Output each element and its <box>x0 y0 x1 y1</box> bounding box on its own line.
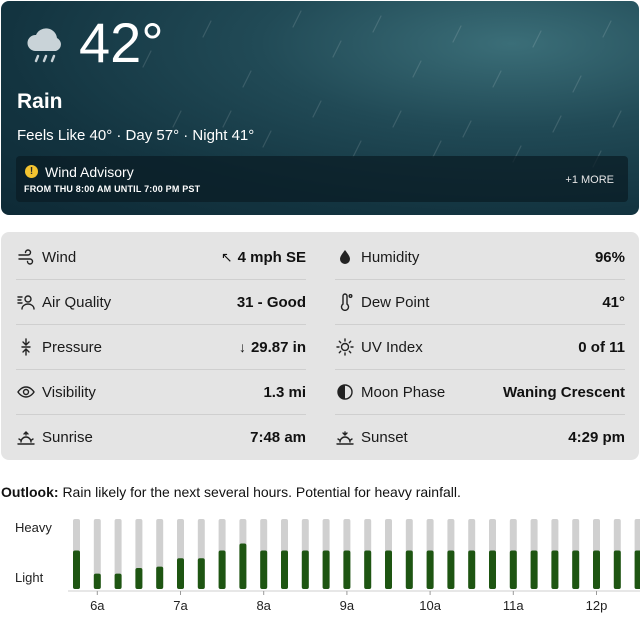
precipitation-bar <box>593 550 600 589</box>
sunrise-icon <box>16 428 36 448</box>
x-tick-label: 7a <box>173 598 188 613</box>
feels-like-line: Feels Like 40° · Day 57° · Night 41° <box>17 127 255 144</box>
uv-index-value: 0 of 11 <box>578 338 625 356</box>
wind-label: Wind <box>42 248 77 266</box>
precipitation-bar <box>135 568 143 589</box>
humidity-value: 96% <box>594 248 625 266</box>
precipitation-bar <box>156 566 164 589</box>
moon-icon <box>335 382 355 402</box>
droplet-icon <box>335 247 355 267</box>
x-tick-label: 8a <box>256 598 271 613</box>
precipitation-bar <box>405 550 413 589</box>
x-tick-label: 6a <box>90 598 105 613</box>
eye-icon <box>16 382 36 402</box>
precipitation-bar <box>468 550 476 589</box>
moon-phase-label: Moon Phase <box>361 383 446 401</box>
wind-value-text: 4 mph SE <box>237 248 306 266</box>
precipitation-bar <box>177 558 184 589</box>
precipitation-bar <box>426 550 434 589</box>
sunset-icon <box>335 428 355 448</box>
precipitation-bar <box>281 550 288 589</box>
air-quality-value: 31 - Good <box>236 293 306 311</box>
precipitation-bar <box>260 550 268 589</box>
precipitation-bar <box>385 550 392 589</box>
alert-icon: ! <box>25 165 38 178</box>
detail-row-uv-index: UV Index 0 of 11 <box>335 325 625 370</box>
visibility-label: Visibility <box>42 383 96 401</box>
details-right-column: Humidity 96% Dew Point 41° UV Index 0 of… <box>335 235 625 460</box>
outlook-text: Rain likely for the next several hours. … <box>62 484 461 500</box>
condition-label: Rain <box>17 90 63 113</box>
rain-cloud-icon <box>27 28 61 63</box>
wind-value: ↖ 4 mph SE <box>221 249 306 266</box>
weather-details-panel: Wind ↖ 4 mph SE Air Quality 31 - Good Pr… <box>1 232 639 460</box>
detail-row-dew-point: Dew Point 41° <box>335 280 625 325</box>
detail-row-wind: Wind ↖ 4 mph SE <box>16 235 306 280</box>
sunset-label: Sunset <box>361 429 408 446</box>
precipitation-bar <box>634 550 640 589</box>
air-quality-label: Air Quality <box>42 293 112 311</box>
sunset-value: 4:29 pm <box>568 429 625 446</box>
humidity-label: Humidity <box>361 248 420 266</box>
precipitation-bar <box>364 550 372 589</box>
uv-index-label: UV Index <box>361 338 423 356</box>
detail-row-pressure: Pressure ↓ 29.87 in <box>16 325 306 370</box>
outlook-summary: Outlook: Rain likely for the next severa… <box>1 484 461 500</box>
current-conditions-card: 42° Rain Feels Like 40° · Day 57° · Nigh… <box>1 1 639 215</box>
pressure-value-text: 29.87 in <box>250 338 306 356</box>
dew-point-value: 41° <box>602 293 625 311</box>
precipitation-intensity-chart: Heavy Light 6a 7a 8a 9a 10a 11a 12p <box>0 505 640 625</box>
advisory-title: Wind Advisory <box>45 164 134 180</box>
x-tick-label: 11a <box>503 598 524 613</box>
pressure-trend-arrow: ↓ <box>238 339 246 355</box>
precipitation-bar <box>73 550 80 589</box>
precipitation-bar <box>239 543 247 589</box>
precipitation-bar <box>301 550 309 589</box>
wind-direction-arrow: ↖ <box>220 248 233 265</box>
detail-row-air-quality: Air Quality 31 - Good <box>16 280 306 325</box>
precipitation-bar <box>197 558 205 589</box>
moon-phase-value: Waning Crescent <box>503 383 625 401</box>
precipitation-bar <box>447 550 455 589</box>
detail-row-humidity: Humidity 96% <box>335 235 625 280</box>
precipitation-bar <box>551 550 559 589</box>
air-quality-icon <box>16 292 36 312</box>
current-temperature: 42° <box>79 11 164 74</box>
precipitation-bar <box>322 550 330 589</box>
precipitation-bar <box>218 550 226 589</box>
precipitation-bar <box>114 573 122 589</box>
wind-advisory-banner[interactable]: ! Wind Advisory FROM THU 8:00 AM UNTIL 7… <box>16 156 628 202</box>
more-alerts-link[interactable]: +1 MORE <box>565 174 614 186</box>
x-tick-label: 10a <box>419 598 441 613</box>
outlook-label: Outlook: <box>1 484 59 500</box>
precipitation-bar <box>93 573 101 589</box>
precipitation-bar <box>489 550 496 589</box>
pressure-value: ↓ 29.87 in <box>239 339 306 356</box>
sunrise-label: Sunrise <box>42 429 93 446</box>
dew-point-label: Dew Point <box>361 293 430 311</box>
precipitation-bar <box>613 550 621 589</box>
sun-icon <box>335 337 355 357</box>
detail-row-moon-phase: Moon Phase Waning Crescent <box>335 370 625 415</box>
visibility-value: 1.3 mi <box>263 383 306 401</box>
detail-row-sunrise: Sunrise 7:48 am <box>16 415 306 460</box>
precipitation-bar <box>572 550 580 589</box>
pressure-label: Pressure <box>42 338 103 356</box>
detail-row-sunset: Sunset 4:29 pm <box>335 415 625 460</box>
wind-icon <box>16 247 36 267</box>
x-tick-label: 9a <box>340 598 355 613</box>
details-left-column: Wind ↖ 4 mph SE Air Quality 31 - Good Pr… <box>16 235 306 460</box>
thermometer-icon <box>335 292 355 312</box>
x-tick-label: 12p <box>586 598 608 613</box>
precipitation-bars: 6a 7a 8a 9a 10a 11a 12p <box>68 519 640 613</box>
pressure-icon <box>16 337 36 357</box>
sunrise-value: 7:48 am <box>250 429 306 446</box>
precipitation-bar <box>509 550 517 589</box>
detail-row-visibility: Visibility 1.3 mi <box>16 370 306 415</box>
precipitation-bar <box>343 550 351 589</box>
precipitation-bar <box>530 550 538 589</box>
advisory-subtitle: FROM THU 8:00 AM UNTIL 7:00 PM PST <box>24 184 201 194</box>
